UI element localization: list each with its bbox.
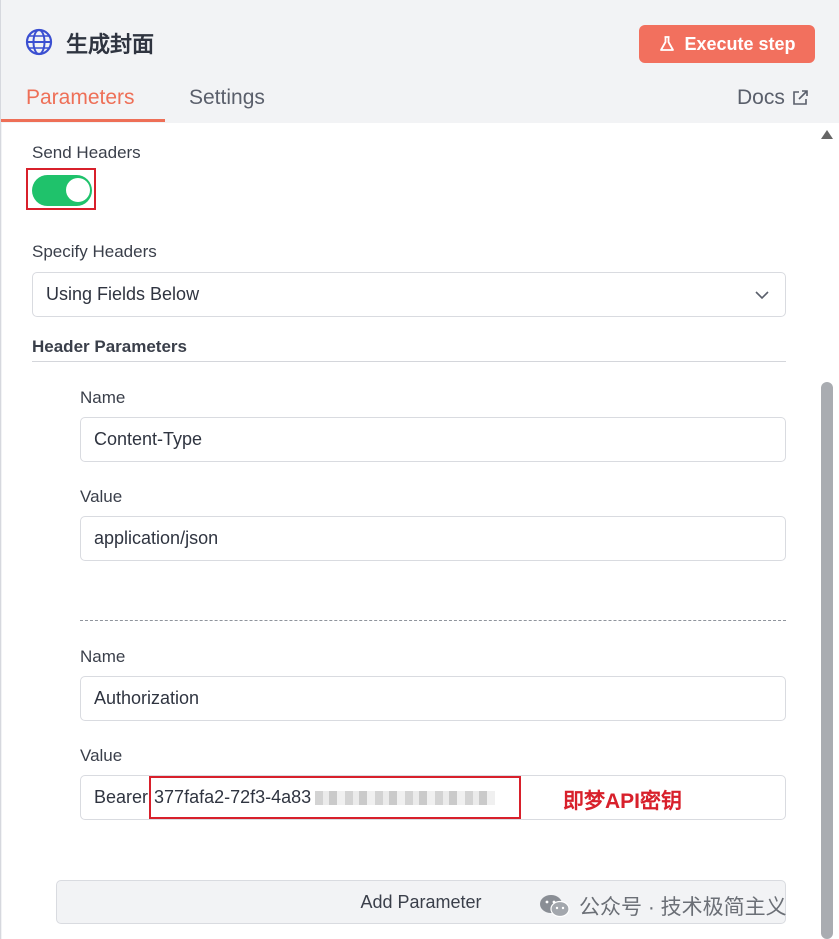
external-link-icon [793,90,808,105]
bearer-prefix: Bearer [94,787,149,807]
watermark: 公众号 · 技术极简主义 [539,891,787,921]
tab-parameters[interactable]: Parameters [26,86,135,110]
flask-icon [660,36,675,51]
parameter-separator [80,620,786,621]
wechat-icon [540,895,570,918]
param-1-name-value: Content-Type [94,429,203,449]
node-parameters-panel: 生成封面 Execute step Parameters Settings Do… [0,0,839,939]
add-parameter-label: Add Parameter [360,891,482,912]
specify-headers-value: Using Fields Below [46,284,200,304]
api-key-annotation: 即梦API密钥 [563,790,683,813]
specify-headers-label: Specify Headers [32,242,157,261]
tab-settings[interactable]: Settings [189,86,265,110]
param-1-name-input[interactable]: Content-Type [80,417,786,462]
globe-icon [25,28,53,56]
param-1-value-value: application/json [94,528,219,548]
param-2-value-label: Value [80,746,123,765]
panel-header: 生成封面 Execute step Parameters Settings Do… [1,0,839,123]
section-divider [32,361,786,362]
param-2-name-value: Authorization [94,688,200,708]
param-1-name-label: Name [80,388,126,407]
execute-step-button[interactable]: Execute step [639,25,815,63]
param-2-name-label: Name [80,647,126,666]
docs-link[interactable]: Docs [737,86,809,110]
specify-headers-select[interactable]: Using Fields Below [32,272,786,317]
docs-label: Docs [737,86,785,109]
chevron-down-icon [755,291,769,300]
scroll-up-arrow[interactable] [821,130,833,139]
param-1-value-label: Value [80,487,123,506]
watermark-text: 公众号 · 技术极简主义 [579,896,787,919]
param-1-value-input[interactable]: application/json [80,516,786,561]
send-headers-toggle[interactable] [32,175,92,206]
send-headers-label: Send Headers [32,143,141,162]
param-2-name-input[interactable]: Authorization [80,676,786,721]
header-parameters-label: Header Parameters [32,337,187,356]
toggle-knob [66,178,90,202]
execute-step-label: Execute step [684,33,796,54]
active-tab-indicator [1,119,165,122]
node-title: 生成封面 [66,32,155,57]
highlight-box-api-key [149,776,521,819]
scrollbar-thumb[interactable] [821,382,833,939]
